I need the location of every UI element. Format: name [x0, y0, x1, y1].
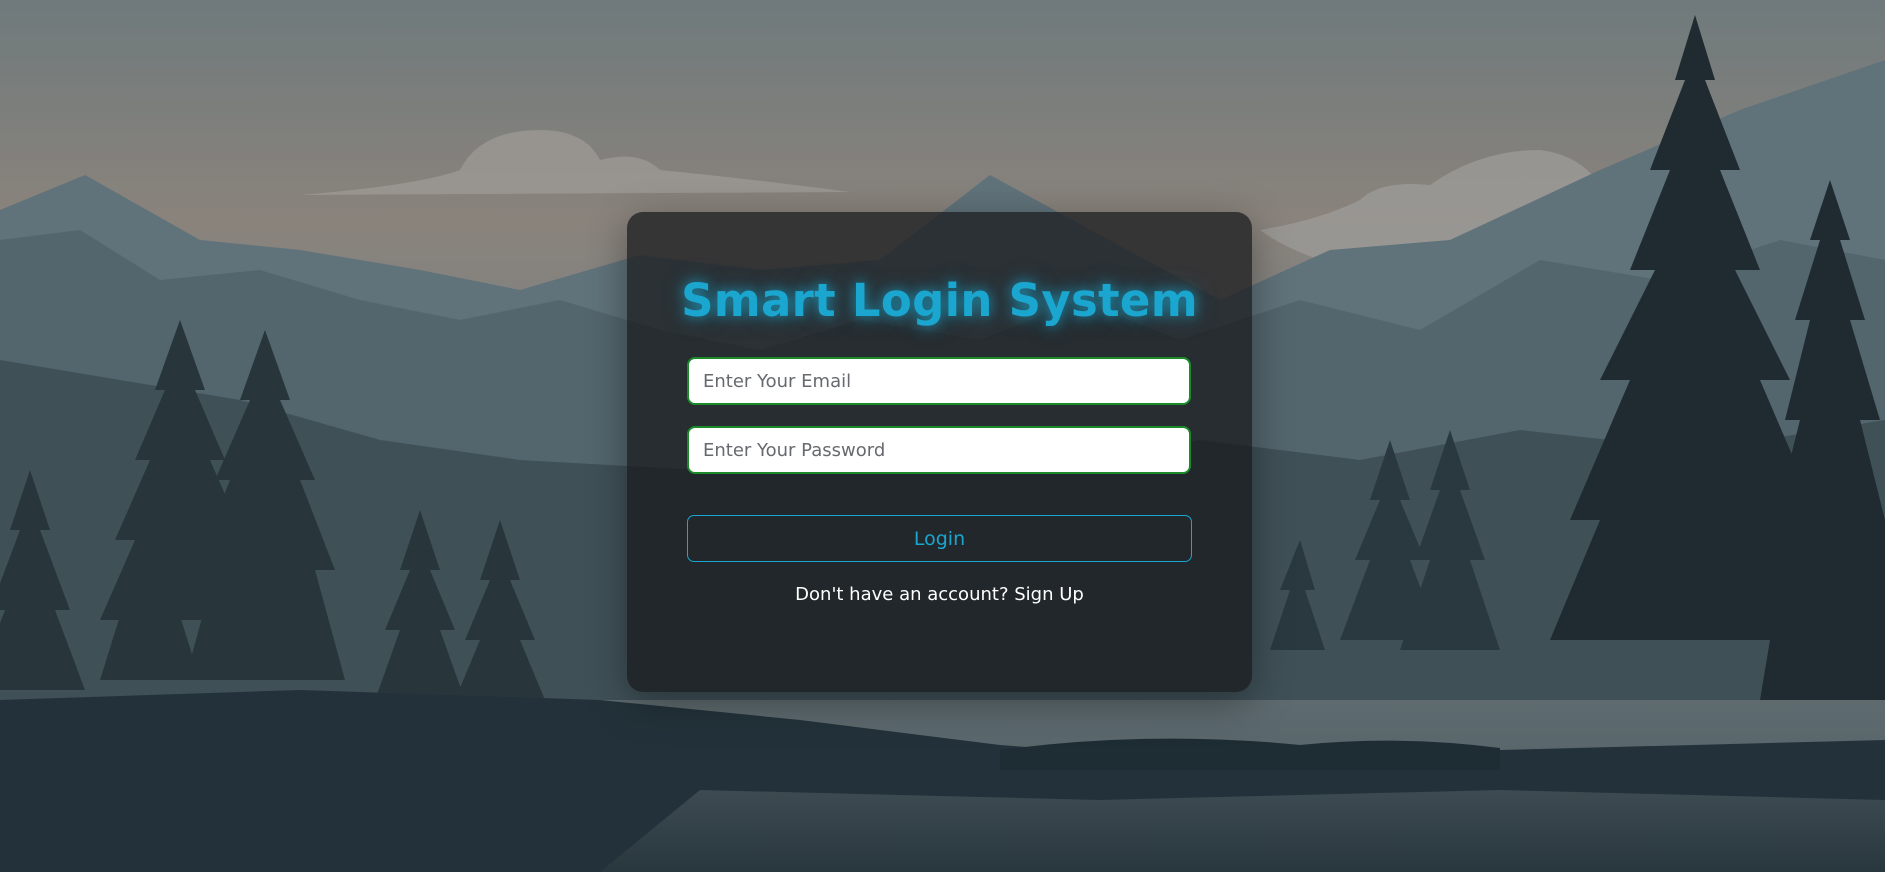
email-input[interactable]: [687, 357, 1191, 405]
signup-prompt: Don't have an account? Sign Up: [627, 584, 1252, 605]
signup-prompt-text: Don't have an account?: [795, 584, 1009, 605]
password-input[interactable]: [687, 426, 1191, 474]
login-card: Smart Login System Login Don't have an a…: [627, 212, 1252, 692]
login-button[interactable]: Login: [687, 515, 1192, 562]
page-title: Smart Login System: [681, 274, 1198, 327]
signup-link[interactable]: Sign Up: [1014, 584, 1084, 605]
